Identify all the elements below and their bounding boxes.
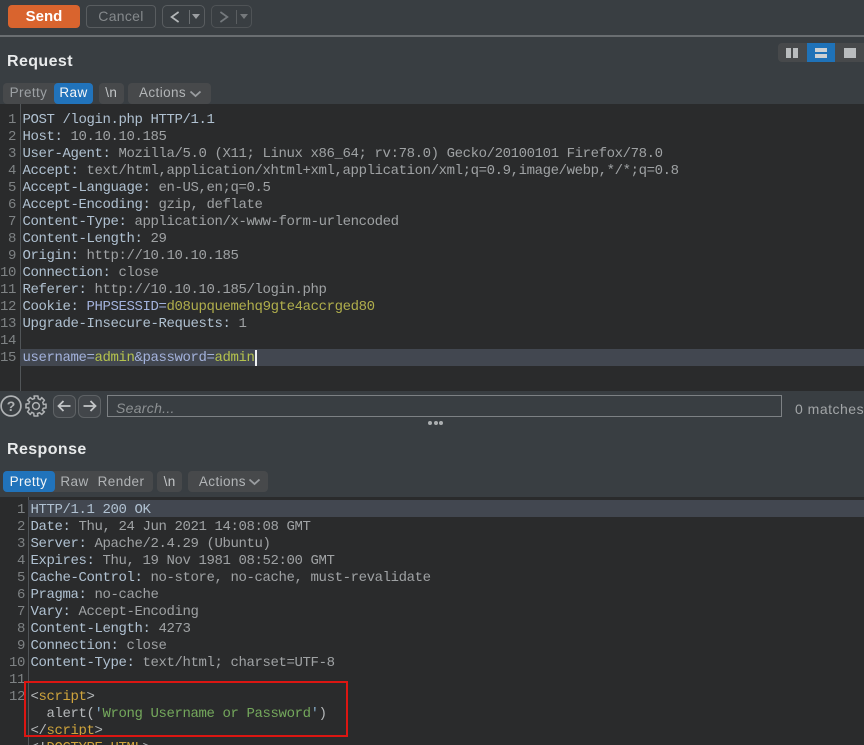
svg-text:?: ? (7, 398, 16, 414)
